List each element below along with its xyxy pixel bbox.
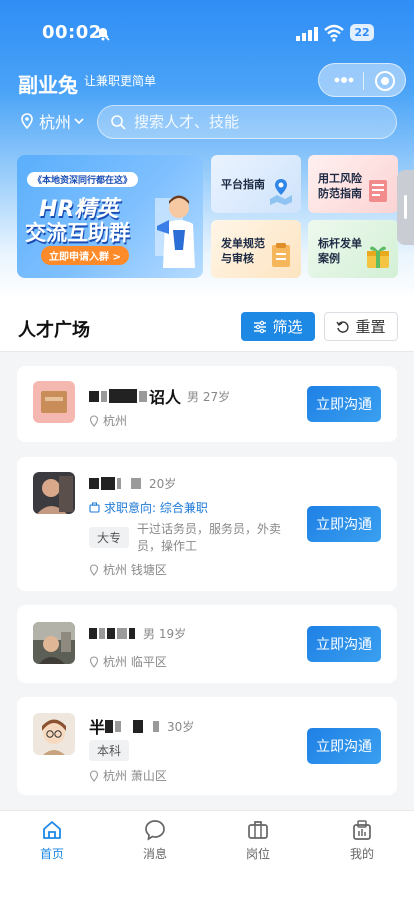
- megaphone-person-illustration: [155, 195, 195, 268]
- candidate-location: 杭州 钱塘区: [89, 561, 167, 578]
- location-text: 杭州: [103, 414, 128, 428]
- hr-group-banner[interactable]: 《本地资深同行都在这》 HR精英 交流互助群 立即申请入群 >: [17, 155, 203, 278]
- map-icon: [270, 179, 292, 205]
- quick-link-risk-guide[interactable]: 用工风险防范指南: [308, 155, 398, 213]
- candidate-name: 诏人 男 27岁: [89, 384, 230, 408]
- tab-messages[interactable]: 消息: [125, 819, 185, 862]
- banner-subheadline: 交流互助群: [25, 221, 130, 245]
- document-icon: [369, 180, 387, 202]
- close-target-icon[interactable]: [374, 70, 396, 92]
- quick-link-label: 平台指南: [221, 178, 265, 191]
- search-bar[interactable]: [97, 105, 397, 139]
- location-pin-icon: [89, 414, 99, 427]
- experience-text: 干过话务员，服务员，外卖员，操作工: [137, 522, 282, 553]
- candidate-name-text: 诏人: [149, 388, 182, 407]
- mini-program-capsule: [318, 63, 406, 97]
- location-pin-icon: [89, 769, 99, 782]
- candidate-gender-age: 男 19岁: [143, 627, 187, 641]
- talent-section-header: 人才广场 筛选 重置: [0, 300, 414, 352]
- checklist-icon: [272, 243, 290, 267]
- briefcase-icon: [248, 821, 268, 839]
- quick-link-label: 发单规范与审核: [221, 237, 265, 265]
- signal-icon: [296, 27, 318, 41]
- tab-label: 岗位: [245, 847, 270, 861]
- filter-label: 筛选: [272, 319, 303, 336]
- muted-bell-icon: [96, 27, 110, 41]
- candidate-gender-age: 男 27岁: [187, 389, 231, 404]
- filter-sliders-icon: [254, 320, 267, 333]
- location-pin-icon: [21, 113, 33, 129]
- location-text: 杭州 钱塘区: [103, 563, 167, 577]
- job-intent-text: 求职意向: 综合兼职: [104, 501, 208, 515]
- status-bar: 00:02 22: [0, 0, 414, 62]
- candidate-name: 半 30岁: [89, 714, 194, 738]
- profile-icon: [353, 820, 371, 840]
- chat-button[interactable]: 立即沟通: [307, 386, 381, 422]
- quick-link-label: 标杆发单案例: [318, 237, 362, 265]
- battery-level: 22: [350, 24, 374, 41]
- candidate-avatar: [33, 381, 75, 423]
- education-badge: 本科: [89, 740, 130, 761]
- tab-jobs[interactable]: 岗位: [228, 819, 288, 862]
- tab-label: 我的: [349, 847, 374, 861]
- candidate-age: 20岁: [149, 477, 177, 491]
- briefcase-icon: [89, 502, 100, 513]
- home-icon: [43, 821, 61, 839]
- city-selector[interactable]: 杭州: [20, 110, 84, 132]
- gift-box-icon: [367, 246, 389, 268]
- message-icon: [145, 820, 165, 841]
- wifi-icon: [324, 24, 344, 42]
- chat-button[interactable]: 立即沟通: [307, 506, 381, 542]
- tab-profile[interactable]: 我的: [332, 819, 392, 862]
- location-text: 杭州 萧山区: [103, 769, 167, 783]
- app-title: 副业兔: [18, 73, 78, 97]
- candidate-name-text: 半: [89, 718, 106, 737]
- tab-label: 消息: [142, 847, 167, 861]
- section-title: 人才广场: [18, 320, 90, 341]
- tab-label: 首页: [39, 847, 64, 861]
- reset-button[interactable]: 重置: [324, 312, 398, 341]
- candidate-avatar: [33, 472, 75, 514]
- candidate-name: 男 19岁: [89, 625, 186, 642]
- search-icon: [111, 115, 126, 130]
- city-name: 杭州: [39, 113, 72, 132]
- reset-label: 重置: [355, 319, 386, 336]
- capsule-divider: [363, 72, 364, 90]
- search-input[interactable]: [134, 113, 374, 131]
- more-dots-icon[interactable]: [333, 74, 355, 86]
- location-pin-icon: [89, 563, 99, 576]
- candidate-card[interactable]: 半 30岁 本科 杭州 萧山区 立即沟通: [17, 697, 397, 795]
- education-badge: 大专: [89, 527, 130, 548]
- quick-link-label: 用工风险防范指南: [318, 172, 362, 200]
- candidate-card[interactable]: 男 19岁 杭州 临平区 立即沟通: [17, 605, 397, 683]
- location-pin-icon: [89, 655, 99, 668]
- chat-button[interactable]: 立即沟通: [307, 728, 381, 764]
- banner-top-text: 《本地资深同行都在这》: [27, 172, 139, 187]
- candidate-location: 杭州 萧山区: [89, 767, 167, 784]
- candidate-location: 杭州: [89, 412, 127, 429]
- handle-dots-icon: [404, 200, 407, 214]
- candidate-card[interactable]: 20岁 求职意向: 综合兼职 大专 干过话务员，服务员，外卖员，操作工 杭州 钱…: [17, 457, 397, 591]
- location-text: 杭州 临平区: [103, 655, 167, 669]
- candidate-avatar: [33, 622, 75, 664]
- bottom-tab-bar: 首页 消息 岗位 我的: [0, 810, 414, 900]
- candidate-card[interactable]: 诏人 男 27岁 杭州 立即沟通: [17, 366, 397, 442]
- candidate-age: 30岁: [167, 719, 195, 734]
- candidate-location: 杭州 临平区: [89, 653, 167, 670]
- chevron-down-icon: [74, 118, 84, 125]
- quick-link-benchmark-cases[interactable]: 标杆发单案例: [308, 220, 398, 278]
- reset-icon: [336, 320, 350, 333]
- job-intent: 求职意向: 综合兼职: [89, 499, 208, 516]
- quick-link-posting-rules[interactable]: 发单规范与审核: [211, 220, 301, 278]
- status-time: 00:02: [42, 22, 102, 43]
- candidate-name: 20岁: [89, 475, 176, 492]
- candidate-avatar: [33, 713, 75, 755]
- filter-button[interactable]: 筛选: [241, 312, 315, 341]
- chat-button[interactable]: 立即沟通: [307, 626, 381, 662]
- quick-link-platform-guide[interactable]: 平台指南: [211, 155, 301, 213]
- tab-home[interactable]: 首页: [22, 819, 82, 862]
- banner-join-button[interactable]: 立即申请入群 >: [41, 246, 129, 265]
- side-drawer-handle[interactable]: [397, 170, 414, 245]
- app-subtitle: 让兼职更简单: [84, 74, 157, 88]
